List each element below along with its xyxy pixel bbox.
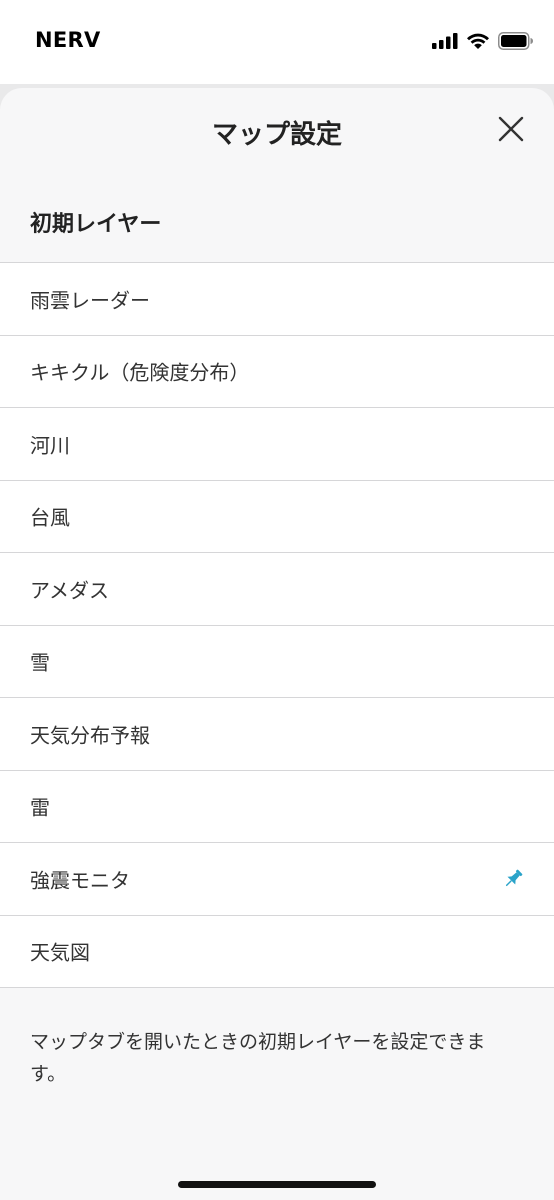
home-indicator[interactable] [178, 1181, 376, 1188]
wifi-icon [467, 33, 489, 49]
initial-layer-list: 雨雲レーダー キキクル（危険度分布） 河川 台風 アメダス 雪 天気分布予報 雷… [0, 262, 554, 988]
close-icon [498, 116, 524, 142]
layer-item-lightning[interactable]: 雷 [0, 771, 554, 843]
layer-item-kikikuru[interactable]: キキクル（危険度分布） [0, 336, 554, 408]
layer-item-weather-map[interactable]: 天気図 [0, 916, 554, 988]
layer-label: アメダス [30, 578, 109, 603]
layer-label: 天気分布予報 [30, 723, 150, 748]
layer-label: 天気図 [30, 940, 90, 965]
battery-icon [498, 32, 533, 50]
status-icons [432, 29, 534, 53]
layer-item-amedas[interactable]: アメダス [0, 553, 554, 626]
cellular-signal-icon [432, 33, 458, 49]
layer-label: 強震モニタ [30, 868, 130, 893]
footer-description: マップタブを開いたときの初期レイヤーを設定できます。 [30, 1031, 486, 1085]
layer-item-snow[interactable]: 雪 [0, 626, 554, 698]
layer-item-rain-radar[interactable]: 雨雲レーダー [0, 263, 554, 336]
close-button[interactable] [498, 116, 524, 142]
status-bar: NERV [0, 0, 554, 84]
sheet-title: マップ設定 [211, 120, 342, 150]
pin-icon [505, 869, 523, 886]
layer-item-strong-motion-monitor[interactable]: 強震モニタ [0, 843, 554, 916]
layer-label: キキクル（危険度分布） [30, 360, 250, 385]
map-settings-sheet: マップ設定 初期レイヤー 雨雲レーダー キキクル（危険度分布） 河川 台風 アメ… [0, 88, 554, 1200]
layer-label: 河川 [30, 433, 70, 458]
layer-label: 台風 [30, 505, 70, 530]
section-title-initial-layer: 初期レイヤー [30, 212, 162, 237]
layer-item-river[interactable]: 河川 [0, 408, 554, 481]
layer-label: 雷 [30, 795, 50, 820]
layer-label: 雨雲レーダー [30, 288, 150, 313]
sheet-header: マップ設定 [0, 88, 554, 174]
layer-label: 雪 [30, 650, 50, 675]
carrier-name: NERV [35, 28, 101, 52]
layer-item-weather-distribution-forecast[interactable]: 天気分布予報 [0, 698, 554, 771]
layer-item-typhoon[interactable]: 台風 [0, 481, 554, 553]
